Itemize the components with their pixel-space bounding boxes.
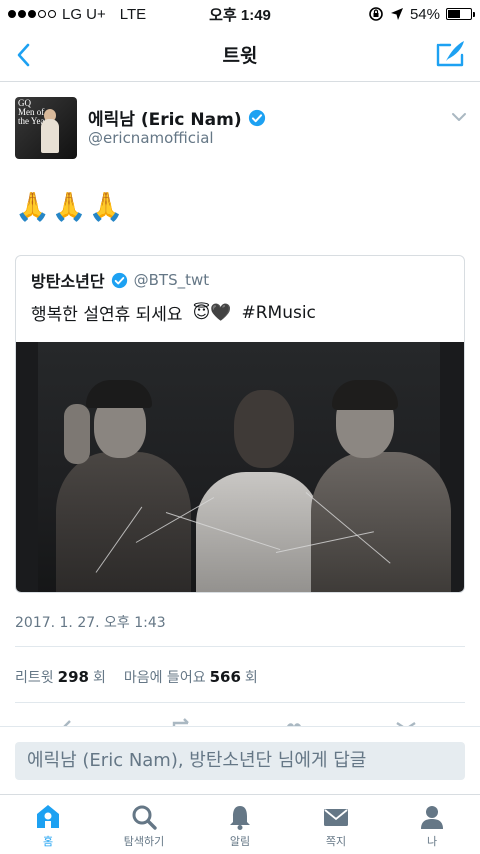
battery-percent: 54% [409,5,440,23]
quoted-author-row: 방탄소년단 @BTS_twt [31,268,209,292]
chevron-left-icon [17,43,30,67]
quoted-author-name: 방탄소년단 [31,272,105,291]
screen-lock-icon [369,7,383,21]
photo-person-left-hand [64,404,90,464]
author-name-text: 에릭남 (Eric Nam) [88,110,242,130]
status-bar: LG U+ LTE 오후 1:49 54% [0,0,480,28]
retweets-label: 리트윗 [15,670,54,686]
retweet-icon[interactable] [170,716,194,726]
verified-badge-icon [111,272,127,288]
retweets-count: 298 [57,668,89,686]
tab-notifications-label: 알림 [229,835,251,848]
photo-person-middle [196,472,321,592]
search-icon [132,805,157,830]
quoted-author-handle: @BTS_twt [133,271,210,289]
network-label: LTE [119,5,147,23]
tab-home[interactable]: 홈 [0,795,96,854]
avatar-figure [41,119,59,153]
tweet-text: 🙏🙏🙏 [15,190,126,223]
author-name[interactable]: 에릭남 (Eric Nam) [88,105,266,130]
tab-me[interactable]: 나 [384,795,480,854]
divider [15,646,465,647]
tab-me-label: 나 [426,835,438,848]
author-handle[interactable]: @ericnamofficial [88,129,214,147]
compose-tweet-button[interactable] [434,37,468,71]
person-icon [421,806,443,829]
bottom-tab-bar: 홈 탐색하기 알림 쪽지 나 [0,794,480,854]
tweet-timestamp: 2017. 1. 27. 오후 1:43 [15,615,166,631]
retweets-unit: 회 [92,670,106,686]
back-button[interactable] [8,38,38,72]
photo-person-right [311,452,451,592]
status-left: LG U+ LTE [8,6,146,23]
home-icon [37,805,59,828]
reply-bar: 에릭남 (Eric Nam), 방탄소년단 님에게 답글 [0,726,480,794]
signal-strength-icon [8,10,56,18]
envelope-icon [324,809,348,826]
avatar[interactable]: GQ Men of the Year [15,97,77,159]
battery-icon [446,8,475,20]
tab-messages[interactable]: 쪽지 [288,795,384,854]
tweet-header: GQ Men of the Year 에릭남 (Eric Nam) @ericn… [15,97,467,159]
tab-home-label: 홈 [42,835,54,848]
tab-explore[interactable]: 탐색하기 [96,795,192,854]
status-right: 54% [368,5,475,23]
likes-count: 566 [209,668,241,686]
tweet-action-row [0,706,480,726]
page-title: 트윗 [222,45,258,67]
quoted-emoji: 😇🖤 [192,302,232,323]
tab-notifications[interactable]: 알림 [192,795,288,854]
quoted-media-image[interactable] [16,342,464,592]
likes-label: 마음에 들어요 [123,670,206,686]
quoted-text: 행복한 설연휴 되세요 [31,305,183,325]
share-icon[interactable] [394,716,418,726]
verified-badge-icon [248,109,265,126]
bell-icon [230,806,250,830]
divider [15,702,465,703]
heart-icon[interactable] [282,716,306,726]
reply-icon[interactable] [58,716,82,726]
photo-person-right-hair [332,380,398,410]
tab-messages-label: 쪽지 [325,835,347,848]
photo-person-left-cap [86,380,152,408]
location-arrow-icon [390,8,403,20]
reply-input[interactable]: 에릭남 (Eric Nam), 방탄소년단 님에게 답글 [15,742,465,780]
carrier-label: LG U+ [62,5,106,23]
quoted-hashtag[interactable]: #RMusic [241,303,315,323]
likes-unit: 회 [244,670,258,686]
quoted-text-row: 행복한 설연휴 되세요 😇🖤 #RMusic [31,300,316,326]
tweet-stats[interactable]: 리트윗 298 회 마음에 들어요 566 회 [15,667,258,687]
photo-person-middle-head [234,390,294,468]
battery-fill [448,10,460,18]
nav-bar: 트윗 [0,28,480,82]
compose-icon [436,41,464,67]
status-time: 오후 1:49 [209,6,271,24]
quoted-tweet-card[interactable]: 방탄소년단 @BTS_twt 행복한 설연휴 되세요 😇🖤 #RMusic [15,255,465,593]
tab-explore-label: 탐색하기 [123,835,165,848]
chevron-down-icon[interactable] [451,111,467,123]
